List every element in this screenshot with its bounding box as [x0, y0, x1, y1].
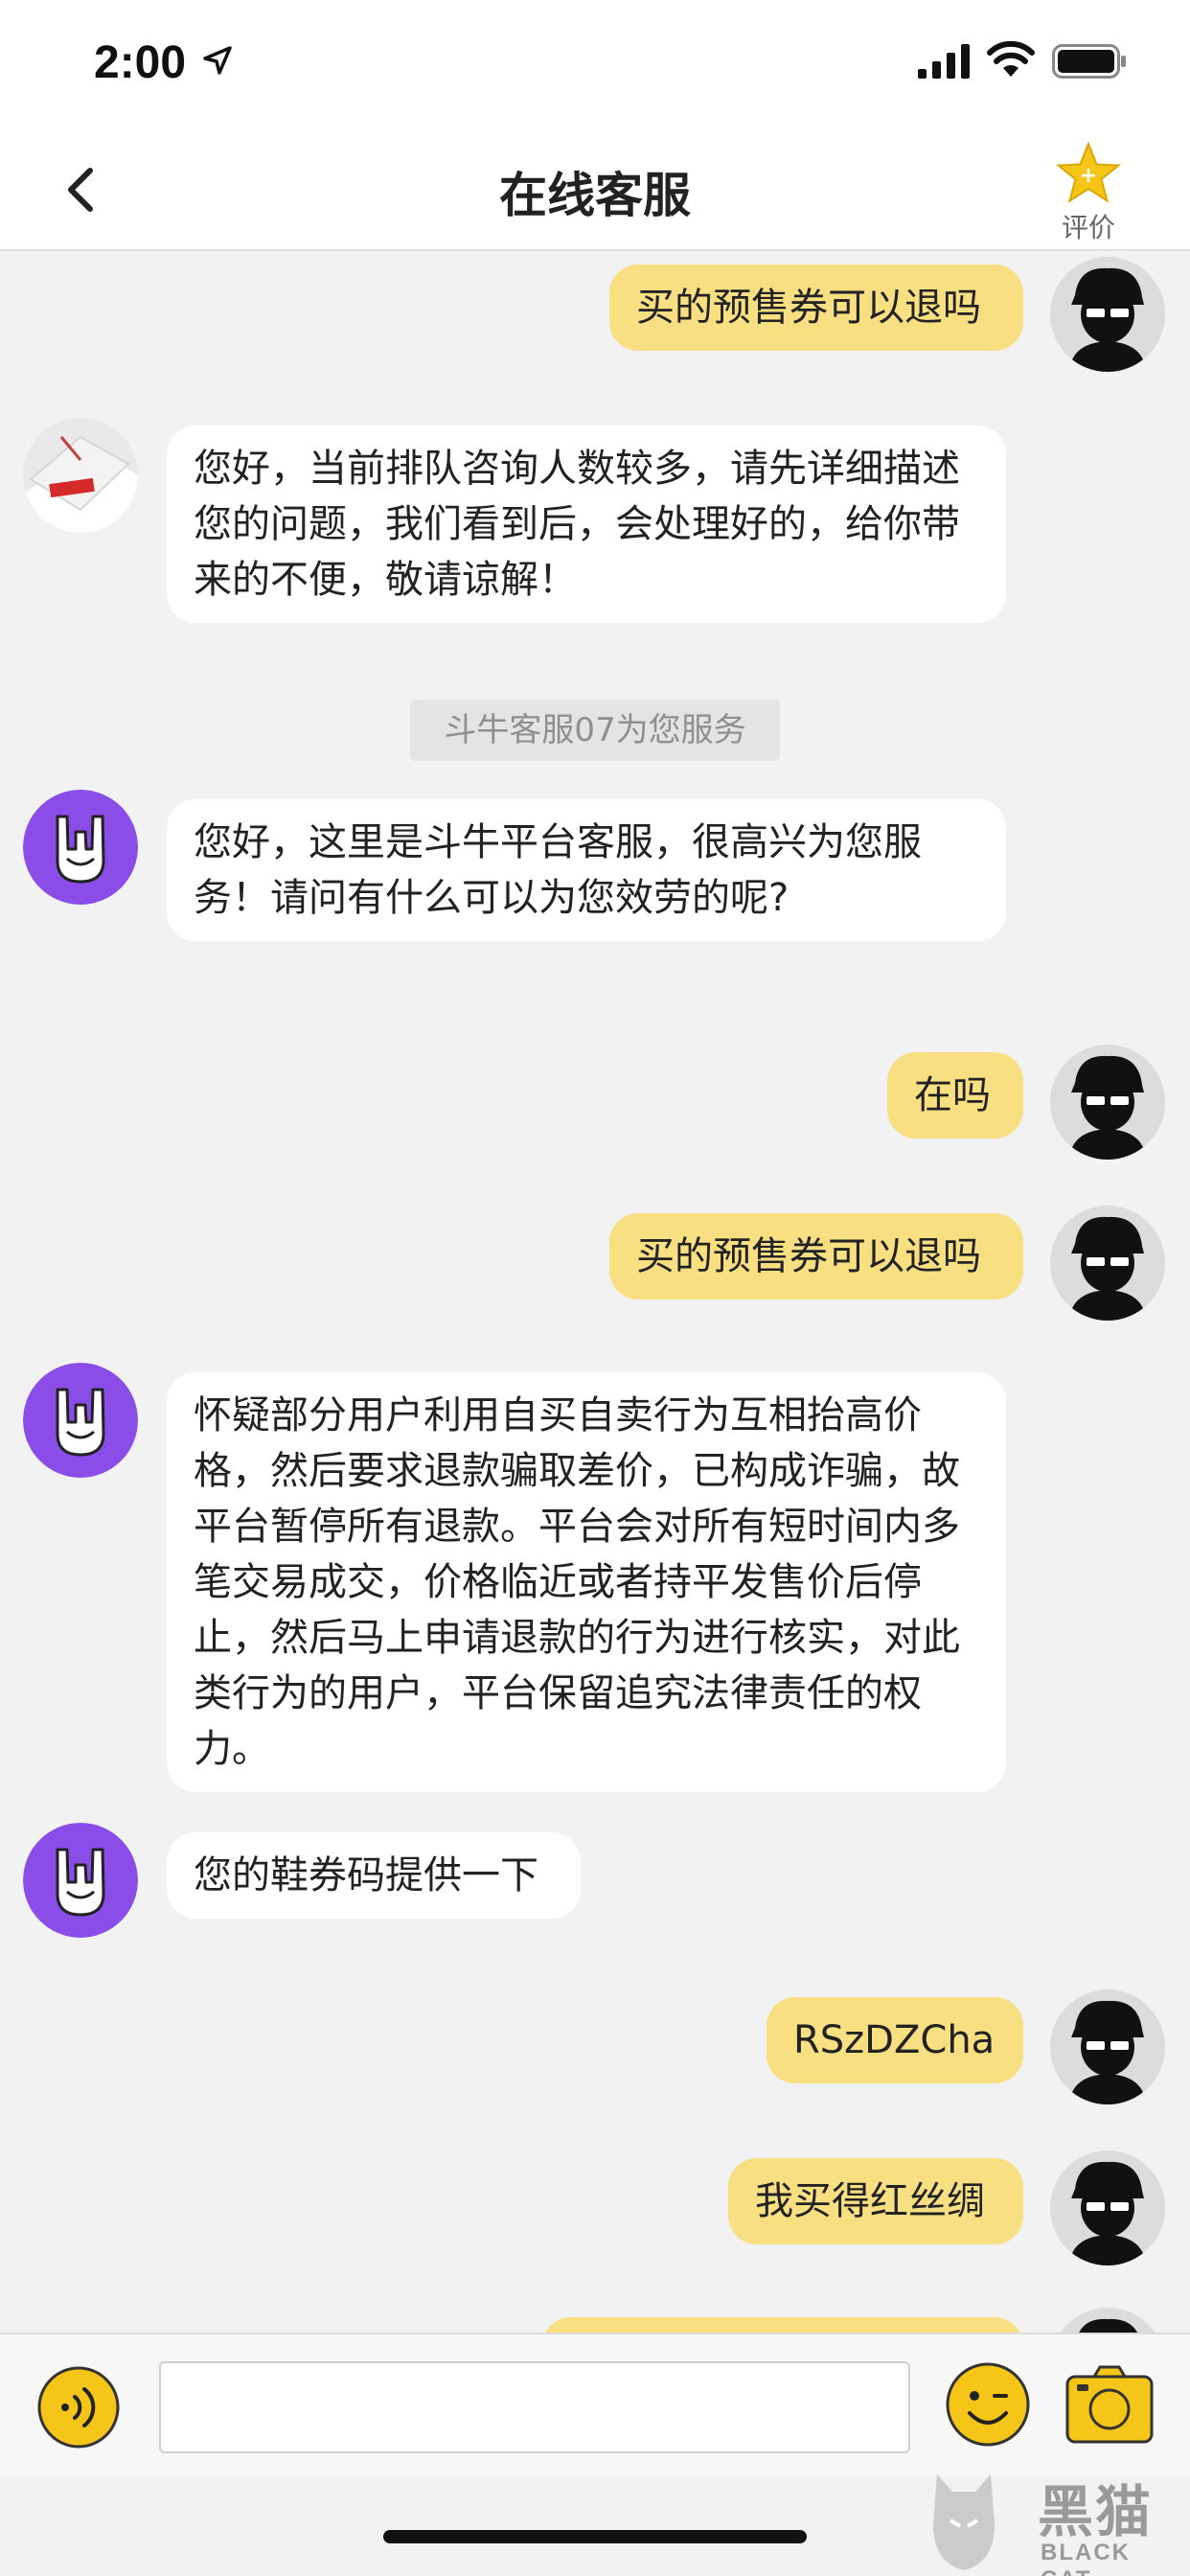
user-silhouette-icon	[1050, 1990, 1165, 2104]
agent-avatar[interactable]	[23, 1823, 138, 1938]
voice-input-icon[interactable]	[36, 2365, 121, 2450]
input-bar	[0, 2333, 1190, 2476]
location-arrow-icon	[203, 46, 232, 75]
message-bubble[interactable]: 买的预售券可以退吗	[609, 1213, 1023, 1300]
message-bubble[interactable]: 您好，当前排队咨询人数较多，请先详细描述您的问题，我们看到后，会处理好的，给你带…	[167, 426, 1006, 623]
user-silhouette-icon	[1050, 2150, 1165, 2266]
message-bubble[interactable]: 在吗	[887, 1052, 1023, 1138]
status-bar: 2:00	[0, 0, 1190, 126]
user-silhouette-icon	[1050, 2308, 1165, 2333]
rock-hand-logo-icon	[23, 1823, 138, 1938]
wifi-icon	[987, 40, 1035, 77]
status-time: 2:00	[94, 37, 187, 88]
camera-icon[interactable]	[1064, 2363, 1156, 2446]
user-silhouette-icon	[1050, 1206, 1165, 1321]
user-avatar[interactable]	[1050, 1045, 1165, 1160]
user-avatar[interactable]	[1050, 2308, 1165, 2333]
user-avatar[interactable]	[1050, 1206, 1165, 1321]
user-avatar[interactable]	[1050, 257, 1165, 372]
watermark-sub: BLACK CAT	[1041, 2540, 1131, 2576]
message-input[interactable]	[159, 2361, 910, 2453]
rate-button[interactable]: + 评价	[1050, 140, 1127, 247]
rate-label: 评价	[1061, 212, 1115, 243]
emoji-icon[interactable]	[945, 2361, 1031, 2448]
message-bubble[interactable]: 您的鞋券码提供一下	[167, 1832, 581, 1919]
agent-avatar[interactable]	[23, 790, 138, 905]
message-bubble[interactable]: 怀疑部分用户利用自买自卖行为互相抬高价格，然后要求退款骗取差价，已构成诈骗，故平…	[167, 1372, 1006, 1792]
rock-hand-logo-icon	[23, 790, 138, 905]
nav-bar: 在线客服 + 评价	[0, 126, 1190, 251]
agent-avatar[interactable]	[23, 1363, 138, 1478]
message-bubble[interactable]: RSzDZCha	[767, 1997, 1023, 2083]
message-bubble[interactable]: 您好，这里是斗牛平台客服，很高兴为您服务！请问有什么可以为您效劳的呢?	[167, 799, 1006, 941]
user-avatar[interactable]	[1050, 1990, 1165, 2104]
user-silhouette-icon	[1050, 1045, 1165, 1160]
agent-assigned-notice: 斗牛客服07为您服务	[410, 700, 780, 761]
chat-area[interactable]: 买的预售券可以退吗 您好，当前排队咨询人数较多，请先详细描述您的问题，我们看到后…	[0, 251, 1190, 2333]
user-avatar[interactable]	[1050, 2150, 1165, 2266]
rock-hand-logo-icon	[23, 1363, 138, 1478]
home-indicator[interactable]	[383, 2530, 807, 2543]
message-bubble[interactable]: 我买得红丝绸	[728, 2158, 1023, 2244]
bot-avatar[interactable]	[23, 418, 138, 533]
cellular-signal-icon	[918, 44, 970, 79]
star-icon: +	[1055, 141, 1122, 203]
battery-icon	[1052, 44, 1126, 79]
page-title: 在线客服	[499, 168, 691, 223]
user-silhouette-icon	[1050, 257, 1165, 372]
message-bubble[interactable]: 买的预售券可以退吗	[609, 264, 1023, 351]
watermark-brand: 黑猫	[1038, 2479, 1154, 2544]
bot-avatar-image	[23, 418, 138, 533]
message-bubble-partial[interactable]	[542, 2317, 1023, 2333]
svg-text:+: +	[1080, 164, 1097, 188]
